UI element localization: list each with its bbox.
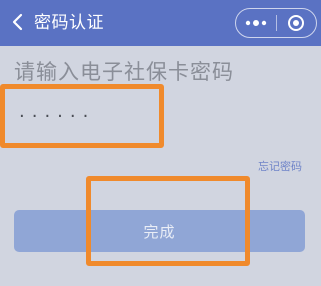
chevron-left-icon: [12, 13, 23, 31]
password-prompt: 请输入电子社保卡密码: [14, 60, 234, 84]
close-mini-program-button[interactable]: [277, 9, 317, 37]
password-input[interactable]: ······: [0, 84, 164, 148]
mini-program-capsule: [235, 8, 317, 38]
forgot-password-link[interactable]: 忘记密码: [258, 160, 302, 174]
back-button[interactable]: [4, 6, 32, 38]
password-auth-screen: 密码认证 请输入电子社保卡密码 ······ 忘记密码 完成: [0, 0, 321, 286]
target-circle-icon: [288, 15, 305, 31]
page-title: 密码认证: [34, 13, 104, 33]
password-masked-value: ······: [19, 106, 96, 127]
done-button[interactable]: 完成: [14, 210, 305, 252]
navbar: 密码认证: [0, 0, 321, 46]
more-dots-icon: [245, 20, 266, 26]
more-menu-button[interactable]: [236, 9, 276, 37]
